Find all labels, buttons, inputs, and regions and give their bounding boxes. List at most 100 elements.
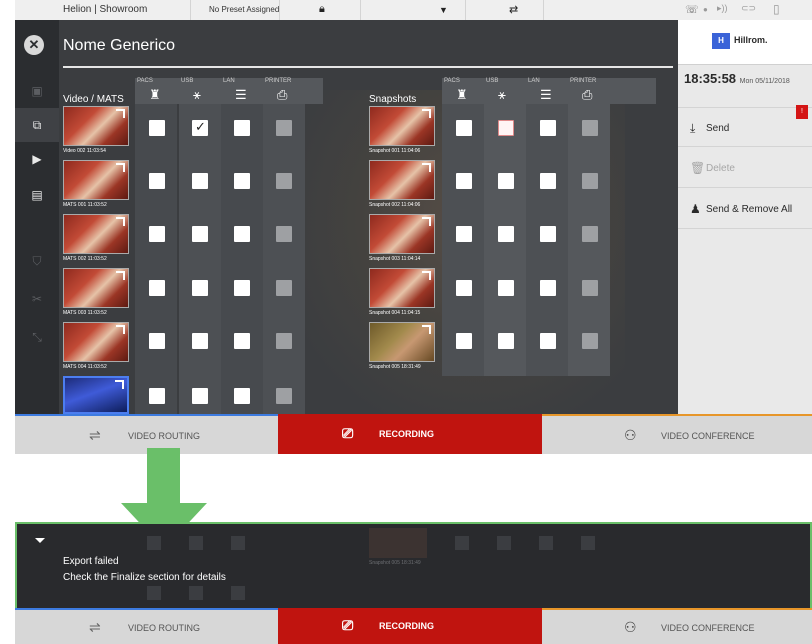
video-thumbnail[interactable] [63, 214, 129, 254]
video-icon[interactable]: ▶ [15, 142, 59, 176]
usb-checkbox[interactable] [498, 333, 514, 349]
tab-video-routing[interactable]: ⇌ VIDEO ROUTING [15, 608, 278, 644]
pacs-checkbox[interactable] [456, 333, 472, 349]
snapshot-thumbnail[interactable] [369, 322, 435, 362]
close-icon[interactable]: ✕ [24, 35, 44, 55]
lan-checkbox[interactable] [234, 280, 250, 296]
lan-checkbox[interactable] [540, 120, 556, 136]
usb-checkbox[interactable] [192, 333, 208, 349]
lan-checkbox[interactable] [540, 333, 556, 349]
ghost-checkbox [539, 536, 553, 550]
snapshot-thumbnail[interactable] [369, 160, 435, 200]
pacs-checkbox[interactable] [149, 333, 165, 349]
video-thumbnail[interactable] [63, 322, 129, 362]
expand-icon[interactable] [422, 217, 431, 226]
pacs-checkbox[interactable] [149, 120, 165, 136]
usb-checkbox[interactable] [192, 119, 208, 136]
dropdown-icon[interactable]: ▼ [439, 5, 448, 15]
left-sidebar: ✕ ▣ ⧉ ▶ ▤ ⛉ ✂ ⤡ [15, 20, 59, 416]
lock-icon[interactable]: 🔒︎ [319, 3, 325, 16]
tab-recording[interactable]: ⎚ RECORDING [278, 608, 542, 644]
expand-icon[interactable] [422, 109, 431, 118]
expand-icon[interactable] [116, 217, 125, 226]
lan-column-header: LAN ☰ [526, 78, 568, 104]
expand-icon[interactable] [116, 271, 125, 280]
pacs-checkbox[interactable] [456, 120, 472, 136]
lan-icon: ☰ [540, 87, 552, 102]
shield-icon[interactable]: ⛉ [15, 244, 59, 278]
send-button[interactable]: ⤓ Send [678, 107, 812, 147]
usb-checkbox-error[interactable] [498, 120, 514, 136]
video-conference-icon: ⚇ [624, 619, 637, 635]
pacs-checkbox[interactable] [149, 280, 165, 296]
lan-checkbox[interactable] [234, 120, 250, 136]
usb-checkbox[interactable] [192, 226, 208, 242]
snapshot-thumbnail[interactable] [369, 106, 435, 146]
recording-icon: ⎚ [342, 425, 354, 441]
expand-icon[interactable] [115, 380, 124, 389]
pacs-checkbox[interactable] [149, 226, 165, 242]
video-thumbnail[interactable] [63, 160, 129, 200]
link-icon: ⊂⊃ [741, 3, 757, 13]
lan-checkbox[interactable] [540, 173, 556, 189]
lan-checkbox[interactable] [234, 226, 250, 242]
snapshot-thumbnail[interactable] [369, 268, 435, 308]
tab-label: VIDEO ROUTING [128, 431, 201, 441]
expand-icon[interactable] [422, 325, 431, 334]
record-dot-icon: ● [703, 5, 708, 14]
usb-checkbox[interactable] [192, 280, 208, 296]
video-thumbnail-selected[interactable] [63, 376, 129, 414]
usb-icon: ⚹ [193, 87, 201, 102]
expand-icon[interactable] [116, 325, 125, 334]
clipboard-icon[interactable]: ▣ [15, 74, 59, 108]
printer-checkbox [582, 280, 598, 296]
tab-video-conference[interactable]: ⚇ VIDEO CONFERENCE [542, 608, 812, 644]
lan-checkbox[interactable] [234, 388, 250, 404]
ghost-caption: Snapshot 005 18:31:49 [369, 560, 421, 566]
tab-video-conference[interactable]: ⚇ VIDEO CONFERENCE [542, 414, 812, 454]
lan-checkbox[interactable] [540, 226, 556, 242]
usb-checkbox[interactable] [498, 280, 514, 296]
video-thumbnail[interactable] [63, 106, 129, 146]
tab-recording[interactable]: ⎚ RECORDING [278, 414, 542, 454]
ghost-checkbox [231, 586, 245, 600]
send-remove-all-button[interactable]: ♟ Send & Remove All [678, 189, 812, 229]
expand-icon[interactable] [422, 271, 431, 280]
resize-icon[interactable]: ⤡ [15, 320, 59, 354]
separator [465, 0, 466, 20]
collapse-caret-icon[interactable] [35, 538, 45, 543]
transition-arrow-shaft [147, 448, 180, 503]
snapshot-thumbnail[interactable] [369, 214, 435, 254]
usb-checkbox[interactable] [192, 388, 208, 404]
lan-checkbox[interactable] [234, 173, 250, 189]
usb-checkbox[interactable] [498, 173, 514, 189]
pacs-checkbox[interactable] [456, 173, 472, 189]
separator [190, 0, 191, 20]
clock-date: Mon 05/11/2018 [739, 78, 790, 85]
pacs-checkbox[interactable] [456, 226, 472, 242]
delete-button[interactable]: 🗑︎ Delete [678, 148, 812, 188]
pacs-checkbox[interactable] [149, 388, 165, 404]
ghost-checkbox [189, 536, 203, 550]
usb-checkbox[interactable] [498, 226, 514, 242]
usb-icon: ⚹ [498, 87, 506, 102]
video-section-title: Video / MATS [63, 94, 124, 105]
tab-label: RECORDING [379, 429, 435, 439]
pacs-checkbox[interactable] [456, 280, 472, 296]
film-icon[interactable]: ▤ [15, 178, 59, 212]
sync-users-icon[interactable]: ⇄ [509, 3, 518, 16]
expand-icon[interactable] [422, 163, 431, 172]
tools-icon[interactable]: ✂ [15, 282, 59, 316]
pacs-checkbox[interactable] [149, 173, 165, 189]
expand-icon[interactable] [116, 163, 125, 172]
expand-icon[interactable] [116, 109, 125, 118]
usb-checkbox[interactable] [192, 173, 208, 189]
video-export-icon[interactable]: ⧉ [15, 108, 59, 142]
lan-checkbox[interactable] [540, 280, 556, 296]
video-thumbnail[interactable] [63, 268, 129, 308]
thumbnail-caption: Snapshot 005 18:31:49 [369, 364, 421, 370]
separator [360, 0, 361, 20]
lan-checkbox[interactable] [234, 333, 250, 349]
printer-column-header: PRINTER ⎙ [568, 78, 610, 104]
bottom-tab-bar: ⇌ VIDEO ROUTING ⎚ RECORDING ⚇ VIDEO CONF… [15, 414, 812, 454]
